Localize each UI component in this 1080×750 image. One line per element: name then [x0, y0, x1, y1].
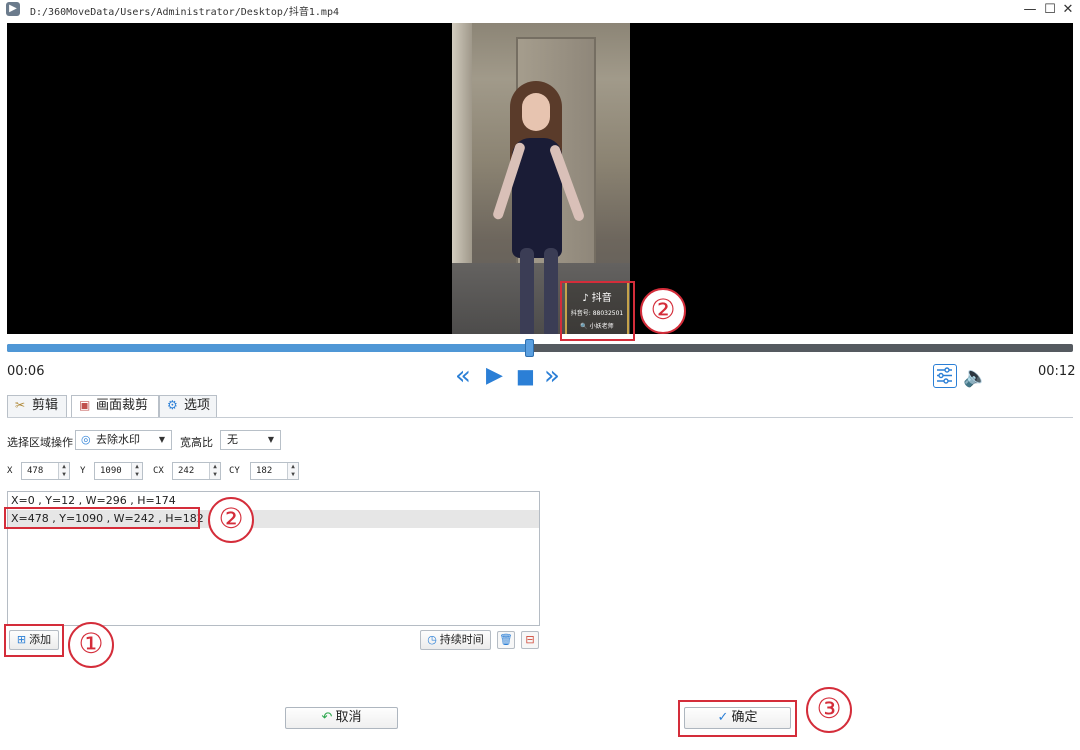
title-bar: ▶ D:/360MoveData/Users/Administrator/Des…	[0, 0, 1080, 20]
y-field[interactable]: 1090 ▲ ▼	[94, 462, 143, 480]
person-leg-left	[520, 248, 534, 334]
step-2-marker-video: ②	[640, 288, 686, 334]
cx-label: CX	[153, 466, 164, 476]
window-title: D:/360MoveData/Users/Administrator/Deskt…	[30, 7, 339, 18]
cy-value: 182	[256, 466, 273, 476]
ratio-select[interactable]: 无 ▼	[220, 430, 281, 450]
tab-edit[interactable]: ✂ 剪辑	[7, 395, 67, 417]
stop-icon[interactable]: ■	[516, 364, 535, 388]
tab-crop-label: 画面裁剪	[96, 398, 149, 413]
person-face	[522, 93, 550, 131]
tab-divider	[7, 417, 1073, 418]
spinner-arrows-icon[interactable]: ▲ ▼	[131, 463, 142, 479]
current-time: 00:06	[7, 364, 45, 379]
region-op-select[interactable]: ◎ 去除水印 ▼	[75, 430, 172, 450]
spinner-arrows-icon[interactable]: ▲ ▼	[209, 463, 220, 479]
x-label: X	[7, 466, 13, 476]
rewind-icon[interactable]: «	[455, 363, 471, 389]
region-highlight-box	[4, 507, 200, 529]
total-time: 00:12	[1038, 364, 1076, 379]
watermark-remove-icon: ◎	[81, 433, 91, 446]
scissors-icon: ✂	[15, 398, 26, 412]
cx-field[interactable]: 242 ▲ ▼	[172, 462, 221, 480]
spinner-arrows-icon[interactable]: ▲ ▼	[287, 463, 298, 479]
tab-options-label: 选项	[184, 398, 211, 413]
close-button[interactable]: ✕	[1058, 1, 1078, 19]
chevron-down-icon: ▼	[158, 435, 165, 444]
person-leg-right	[544, 248, 558, 334]
play-icon[interactable]: ▶	[486, 364, 503, 388]
chevron-down-icon: ▼	[267, 435, 274, 444]
tab-options[interactable]: ⚙ 选项	[159, 395, 217, 417]
undo-icon: ↶	[321, 710, 333, 725]
seek-bar[interactable]	[7, 339, 1073, 357]
ratio-label: 宽高比	[180, 436, 213, 449]
maximize-button[interactable]: ☐	[1040, 1, 1060, 19]
forward-icon[interactable]: »	[544, 363, 560, 389]
step-2-marker-list: ②	[208, 497, 254, 543]
y-label: Y	[80, 466, 86, 476]
region-op-label: 选择区域操作	[7, 436, 73, 449]
y-value: 1090	[100, 466, 122, 476]
spinner-arrows-icon[interactable]: ▲ ▼	[58, 463, 69, 479]
sliders-icon[interactable]	[933, 364, 957, 388]
region-op-value: 去除水印	[96, 433, 140, 446]
video-viewport[interactable]: ♪ 抖音 抖音号: 88032501 🔍 小妖老师	[7, 23, 1073, 334]
minimize-button[interactable]: —	[1020, 1, 1040, 19]
cx-value: 242	[178, 466, 195, 476]
ratio-value: 无	[227, 433, 238, 446]
add-highlight-box	[4, 624, 64, 657]
step-1-marker: ①	[68, 622, 114, 668]
gear-icon: ⚙	[167, 398, 178, 412]
tab-crop[interactable]: ▣ 画面裁剪	[71, 395, 159, 417]
cancel-button-label: 取消	[335, 710, 362, 725]
app-icon: ▶	[6, 2, 20, 16]
cancel-button[interactable]: ↶ 取消	[285, 707, 398, 729]
watermark-highlight-box	[560, 281, 635, 341]
x-field[interactable]: 478 ▲ ▼	[21, 462, 70, 480]
duration-button[interactable]: ◷ 持续时间	[420, 630, 491, 650]
x-value: 478	[27, 466, 44, 476]
seek-bar-fill	[7, 344, 530, 352]
crop-icon: ▣	[79, 398, 91, 412]
tab-edit-label: 剪辑	[32, 398, 59, 413]
clear-icon[interactable]: ⊟	[521, 631, 539, 649]
volume-icon[interactable]: 🔈	[963, 364, 988, 388]
step-3-marker: ③	[806, 687, 852, 733]
cy-label: CY	[229, 466, 240, 476]
seek-bar-thumb[interactable]	[525, 339, 535, 357]
cy-field[interactable]: 182 ▲ ▼	[250, 462, 299, 480]
trash-icon[interactable]: 🗑	[497, 631, 515, 649]
ok-highlight-box	[678, 700, 797, 737]
duration-button-label: 持续时间	[439, 633, 484, 646]
clock-icon: ◷	[427, 633, 437, 646]
